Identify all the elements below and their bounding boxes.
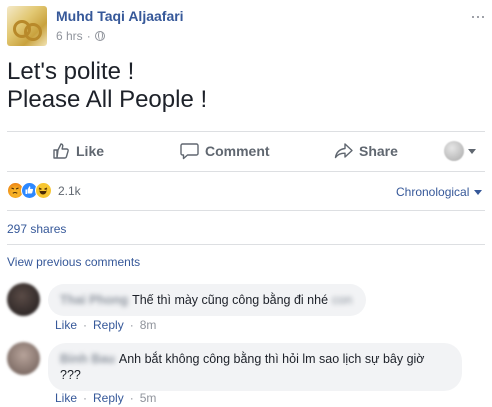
- divider: [7, 171, 485, 172]
- comment-like-link[interactable]: Like: [55, 318, 77, 332]
- commenter-avatar[interactable]: [7, 283, 40, 316]
- commenter-avatar[interactable]: [7, 342, 40, 375]
- separator: ·: [83, 391, 88, 405]
- reactions-summary[interactable]: 2.1k: [7, 182, 81, 199]
- comment-order-label: Chronological: [396, 185, 470, 199]
- facebook-post: Muhd Taqi Aljaafari 6 hrs · ··· Let's po…: [0, 0, 492, 407]
- share-arrow-icon: [334, 143, 353, 159]
- divider: [7, 244, 485, 245]
- like-button[interactable]: Like: [52, 140, 104, 162]
- post-line: Let's polite !: [7, 58, 135, 85]
- comment-button[interactable]: Comment: [180, 140, 270, 162]
- share-label: Share: [359, 143, 398, 159]
- thumbs-up-icon: [53, 143, 69, 159]
- more-icon[interactable]: ···: [470, 6, 486, 27]
- share-button[interactable]: Share: [334, 140, 398, 162]
- viewer-avatar: [444, 141, 464, 161]
- comment-label: Comment: [205, 143, 270, 159]
- comment-text: Anh bắt không công bằng thì hỏi lm sao l…: [118, 352, 425, 366]
- post-meta: 6 hrs ·: [56, 29, 105, 43]
- comment-reply-link[interactable]: Reply: [93, 391, 124, 405]
- chevron-down-icon: [468, 148, 476, 154]
- commenter-name[interactable]: Thai Phong: [60, 292, 128, 308]
- post-line: Please All People !: [7, 86, 208, 113]
- separator: ·: [83, 318, 88, 332]
- separator: ·: [129, 391, 134, 405]
- comment-like-link[interactable]: Like: [55, 391, 77, 405]
- comment-actions: Like · Reply · 8m: [55, 318, 156, 332]
- globe-icon[interactable]: [94, 31, 105, 41]
- post-as-selector[interactable]: [444, 141, 476, 161]
- view-previous-comments-link[interactable]: View previous comments: [7, 255, 140, 269]
- shares-link[interactable]: 297 shares: [7, 222, 66, 236]
- comment-order-dropdown[interactable]: Chronological: [396, 185, 483, 199]
- haha-emoji-icon: [35, 182, 52, 199]
- commenter-name[interactable]: Binh Bau: [60, 351, 115, 367]
- comment-reply-link[interactable]: Reply: [93, 318, 124, 332]
- author-avatar[interactable]: [7, 6, 47, 46]
- comment-text: Thế thì mày cũng công bằng đi nhé: [132, 293, 329, 307]
- comment-time[interactable]: 8m: [140, 318, 157, 332]
- comment-tag: con: [332, 293, 353, 307]
- chevron-down-icon: [474, 189, 483, 195]
- separator: ·: [129, 318, 134, 332]
- post-body: Let's polite ! Please All People !: [7, 58, 207, 114]
- ring-icon: [24, 23, 42, 41]
- comment-bubble: Binh Bau Anh bắt không công bằng thì hỏi …: [48, 343, 462, 391]
- post-time[interactable]: 6 hrs: [56, 29, 83, 43]
- comment-text-line2: ???: [60, 368, 81, 382]
- comment-time[interactable]: 5m: [140, 391, 157, 405]
- divider: [7, 210, 485, 211]
- reaction-count: 2.1k: [58, 183, 81, 198]
- comment-bubble: Thai Phong Thế thì mày cũng công bằng đi …: [48, 284, 366, 316]
- comment-icon: [180, 143, 199, 160]
- author-name[interactable]: Muhd Taqi Aljaafari: [56, 8, 184, 24]
- comment-actions: Like · Reply · 5m: [55, 391, 156, 405]
- like-label: Like: [76, 143, 105, 159]
- divider: [7, 131, 485, 132]
- comment-line: Binh Bau Anh bắt không công bằng thì hỏi …: [60, 351, 450, 367]
- meta-separator: ·: [86, 29, 91, 43]
